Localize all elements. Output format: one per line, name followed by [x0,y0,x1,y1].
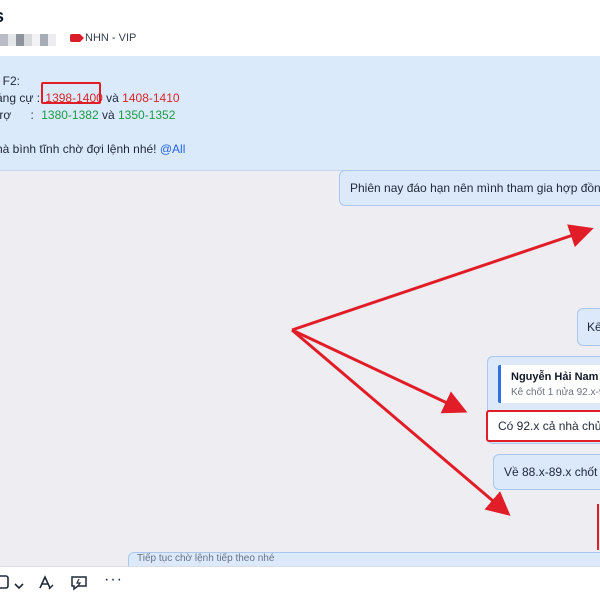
arrow-to-message-1 [291,224,594,332]
compose-toolbar: ··· [0,566,600,601]
text-format-icon[interactable] [38,575,54,594]
quick-reply-icon[interactable] [70,575,88,594]
square-icon[interactable] [0,575,10,592]
dropdown-icon[interactable] [14,577,24,593]
annotation-arrows [291,224,599,550]
arrow-to-highlighted-message [291,328,468,414]
arrow-to-message-4 [291,328,511,516]
more-icon[interactable]: ··· [104,571,123,589]
